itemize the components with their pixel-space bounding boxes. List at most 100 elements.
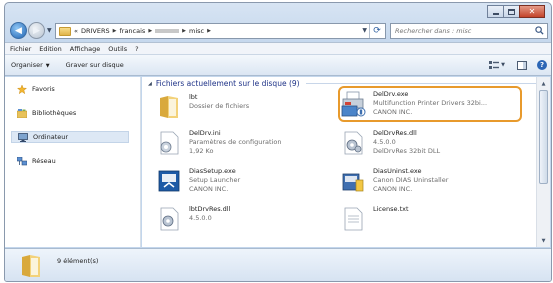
change-view-icon[interactable] <box>489 61 500 69</box>
details-pane: 9 élément(s) <box>5 248 551 281</box>
window-caption-buttons: ✕ <box>487 5 545 18</box>
file-name: License.txt <box>373 205 409 213</box>
organize-label: Organiser <box>11 61 43 69</box>
dll-icon <box>344 131 363 155</box>
breadcrumb-francais[interactable]: francais <box>119 27 145 35</box>
nav-libraries-label: Bibliothèques <box>32 109 77 117</box>
computer-icon <box>18 132 28 142</box>
forward-arrow-icon: ▶ <box>33 25 40 36</box>
folder-icon <box>59 26 71 36</box>
close-icon: ✕ <box>528 6 536 16</box>
maximize-icon <box>508 8 515 15</box>
file-type: Dossier de fichiers <box>189 102 250 110</box>
breadcrumb-drivers[interactable]: DRIVERS <box>81 27 110 35</box>
file-name: DelDrvRes.dll <box>373 129 417 137</box>
vertical-scrollbar[interactable]: ▲ ▼ <box>536 77 550 247</box>
menu-edition[interactable]: Edition <box>39 45 62 53</box>
network-icon <box>17 156 27 165</box>
breadcrumb-separator-icon[interactable]: ▶ <box>148 28 152 34</box>
navigation-row: ◀ ▶ ▼ « DRIVERS ▶ francais ▶ ▶ misc ▶ ▼ … <box>8 22 549 40</box>
command-bar: Organiser ▼ Graver sur disque ▼ ? <box>5 54 551 76</box>
help-icon[interactable]: ? <box>537 60 547 70</box>
file-company: CANON INC. <box>189 185 229 193</box>
minimize-icon <box>492 12 499 15</box>
nav-favorites[interactable]: Favoris <box>17 83 55 95</box>
preview-pane-icon[interactable] <box>517 60 527 70</box>
back-arrow-icon: ◀ <box>15 25 22 36</box>
file-company: CANON INC. <box>373 185 413 193</box>
menu-affichage[interactable]: Affichage <box>70 45 101 53</box>
file-item-deldrvres-dll[interactable]: DelDrvRes.dll 4.5.0.0 DelDrvRes 32bit DL… <box>340 127 520 163</box>
minimize-button[interactable] <box>487 5 504 18</box>
file-name: DelDrv.ini <box>189 129 221 137</box>
menu-help[interactable]: ? <box>135 45 138 53</box>
breadcrumb-separator-icon[interactable]: ▶ <box>182 28 186 34</box>
file-item-deldrv-ini[interactable]: DelDrv.ini Paramètres de configuration 1… <box>156 127 336 163</box>
file-item-lbt[interactable]: lbt Dossier de fichiers <box>156 91 336 127</box>
scrollbar-thumb[interactable] <box>539 90 548 184</box>
file-type: Paramètres de configuration <box>189 138 282 146</box>
library-icon <box>17 108 27 118</box>
search-box[interactable] <box>390 23 548 39</box>
dll-icon <box>160 207 179 231</box>
nav-favorites-label: Favoris <box>32 85 55 93</box>
menu-fichier[interactable]: Fichier <box>10 45 31 53</box>
search-icon[interactable] <box>535 26 544 35</box>
scroll-up-icon[interactable]: ▲ <box>538 78 549 89</box>
file-text: DelDrv.ini Paramètres de configuration 1… <box>189 129 327 163</box>
recent-pages-dropdown-icon[interactable]: ▼ <box>47 27 52 34</box>
scroll-down-icon[interactable]: ▼ <box>538 235 549 246</box>
maximize-button[interactable] <box>503 5 520 18</box>
breadcrumb-redacted <box>155 29 180 33</box>
breadcrumb-overflow[interactable]: « <box>74 27 78 35</box>
file-text: lbt Dossier de fichiers <box>189 93 327 127</box>
file-item-license-txt[interactable]: License.txt <box>340 203 520 239</box>
file-name: DiasSetup.exe <box>189 167 236 175</box>
navigation-pane: Favoris Bibliothèques Ordinateur Réseau <box>5 77 141 247</box>
nav-computer-label: Ordinateur <box>33 133 69 141</box>
menu-bar: Fichier Edition Affichage Outils ? <box>5 42 551 54</box>
file-version: 4.5.0.0 <box>189 214 212 222</box>
star-icon <box>17 84 27 94</box>
address-history-dropdown-icon[interactable]: ▼ <box>362 27 367 34</box>
file-item-lbtdrvres-dll[interactable]: lbtDrvRes.dll 4.5.0.0 <box>156 203 336 239</box>
setup-launcher-icon <box>158 170 180 192</box>
folder-icon <box>160 96 178 118</box>
file-item-diassetup-exe[interactable]: DiasSetup.exe Setup Launcher CANON INC. <box>156 165 336 201</box>
file-list: ◢ Fichiers actuellement sur le disque (9… <box>142 77 545 247</box>
nav-computer[interactable]: Ordinateur <box>11 131 129 143</box>
nav-libraries[interactable]: Bibliothèques <box>17 107 76 119</box>
search-input[interactable] <box>395 27 530 35</box>
uninstaller-icon <box>342 173 364 192</box>
back-button[interactable]: ◀ <box>10 22 27 39</box>
refresh-button[interactable]: ⟳ <box>369 24 384 38</box>
file-description: Setup Launcher <box>189 176 241 184</box>
menu-outils[interactable]: Outils <box>108 45 127 53</box>
breadcrumb-separator-icon[interactable]: ▶ <box>207 28 211 34</box>
file-version: 4.5.0.0 <box>373 138 396 146</box>
organize-button[interactable]: Organiser ▼ <box>11 61 50 69</box>
group-title: Fichiers actuellement sur le disque (9) <box>155 79 300 88</box>
collapse-triangle-icon[interactable]: ◢ <box>148 81 152 87</box>
address-bar[interactable]: « DRIVERS ▶ francais ▶ ▶ misc ▶ ▼ ⟳ <box>55 23 386 39</box>
explorer-window: ✕ ◀ ▶ ▼ « DRIVERS ▶ francais ▶ ▶ misc ▶ … <box>4 2 552 282</box>
file-text: DiasSetup.exe Setup Launcher CANON INC. <box>189 167 327 201</box>
refresh-icon: ⟳ <box>373 26 381 36</box>
highlight-frame <box>338 86 522 122</box>
command-bar-right: ▼ ? <box>489 60 547 70</box>
nav-network[interactable]: Réseau <box>17 155 56 167</box>
file-text: lbtDrvRes.dll 4.5.0.0 <box>189 205 327 239</box>
forward-button[interactable]: ▶ <box>28 22 45 39</box>
close-button[interactable]: ✕ <box>519 5 545 18</box>
file-text: License.txt <box>373 205 409 239</box>
file-size: 1,92 Ko <box>189 147 214 155</box>
group-divider <box>305 83 543 84</box>
view-options-dropdown-icon[interactable]: ▼ <box>501 62 505 68</box>
text-file-icon <box>344 207 363 231</box>
breadcrumb-misc[interactable]: misc <box>189 27 204 35</box>
file-description: Canon DIAS Uninstaller <box>373 176 449 184</box>
file-item-diasuninst-exe[interactable]: DiasUninst.exe Canon DIAS Uninstaller CA… <box>340 165 520 201</box>
file-name: DiasUninst.exe <box>373 167 422 175</box>
burn-to-disc-button[interactable]: Graver sur disque <box>66 61 124 69</box>
breadcrumb-separator-icon[interactable]: ▶ <box>113 28 117 34</box>
